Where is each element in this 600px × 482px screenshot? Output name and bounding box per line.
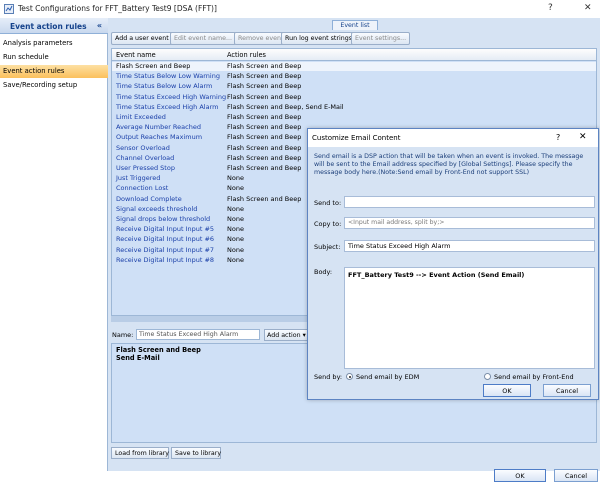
event-name-cell: Output Reaches Maximum [116,133,203,142]
dialog-ok-button[interactable]: OK [483,384,531,397]
event-name-cell: Sensor Overload [116,143,170,152]
action-rules-cell: Flash Screen and Beep [227,72,302,81]
action-rules-cell: None [227,255,244,264]
action-rules-cell: Flash Screen and Beep [227,123,302,132]
event-name-cell: Channel Overload [116,153,175,162]
send-to-label: Send to: [314,199,342,207]
column-header-action-rules[interactable]: Action rules [227,51,266,59]
event-name-cell: Just Triggered [116,174,161,183]
title-bar: Test Configurations for FFT_Battery Test… [0,0,600,18]
event-name-cell: Average Number Reached [116,123,201,132]
send-by-label: Send by: [314,373,343,381]
event-name-cell: Flash Screen and Beep [116,62,191,70]
nav-header: Event action rules « [0,18,108,34]
action-rules-cell: Flash Screen and Beep [227,62,302,70]
action-rules-cell: None [227,184,244,193]
remove-event-button[interactable]: Remove event [234,32,288,45]
table-row[interactable]: Time Status Exceed High Alarm Flash Scree… [112,102,596,112]
nav-item-analysis-parameters[interactable]: Analysis parameters [0,37,108,50]
event-name-cell: Receive Digital Input Input #6 [116,235,215,244]
name-label: Name: [112,331,134,339]
add-user-event-button[interactable]: Add a user event [111,32,173,45]
help-icon[interactable]: ? [548,3,553,13]
action-rules-cell: None [227,225,244,234]
action-rules-cell: None [227,215,244,223]
load-from-library-button[interactable]: Load from library [111,447,169,459]
event-name-cell: Receive Digital Input Input #5 [116,225,215,234]
collapse-chevron-icon[interactable]: « [97,21,102,30]
nav-item-run-schedule[interactable]: Run schedule [0,51,108,64]
event-name-cell: Signal drops below threshold [116,215,211,223]
event-name-cell: Time Status Exceed High Warning [116,92,227,101]
column-header-event-name[interactable]: Event name [116,51,156,59]
nav-header-title: Event action rules [10,22,87,31]
grid-header: Event name Action rules [112,49,596,61]
send-to-input[interactable] [344,196,595,208]
add-action-dropdown-button[interactable]: Add action ▾ [264,329,308,341]
send-by-edm-radio[interactable] [346,373,353,380]
event-name-cell: Time Status Below Low Warning [116,72,220,81]
dialog-body: Send email is a DSP action that will be … [308,147,598,399]
event-name-cell: Receive Digital Input Input #8 [116,255,215,264]
action-rules-cell: Flash Screen and Beep [227,153,302,162]
action-rules-cell: Flash Screen and Beep [227,113,302,121]
table-row[interactable]: Time Status Below Low Alarm Flash Screen … [112,82,596,91]
event-name-cell: Time Status Below Low Alarm [116,82,213,91]
dialog-close-icon[interactable]: ✕ [579,132,587,142]
send-by-edm-label[interactable]: Send email by EDM [356,373,419,381]
table-row[interactable]: Flash Screen and Beep Flash Screen and Be… [112,62,596,71]
body-textarea[interactable]: FFT_Battery Test9 --> Event Action (Send… [344,267,595,369]
action-rules-cell: Flash Screen and Beep [227,164,302,172]
subject-input[interactable]: Time Status Exceed High Alarm [344,240,595,252]
run-log-event-strings-button[interactable]: Run log event strings [281,32,356,45]
event-name-cell: Download Complete [116,194,182,203]
action-rules-cell: None [227,245,244,254]
event-name-cell: Connection Lost [116,184,169,193]
action-rules-cell: Flash Screen and Beep, Send E-Mail [227,102,344,111]
event-name-cell: Time Status Exceed High Alarm [116,102,219,111]
copy-to-input[interactable]: <Input mail address, split by;> [344,217,595,229]
dialog-description: Send email is a DSP action that will be … [314,153,584,177]
close-icon[interactable]: ✕ [584,3,592,13]
action-rules-cell: Flash Screen and Beep [227,194,302,203]
dialog-title: Customize Email Content [312,134,401,142]
left-navigation-panel: Event action rules « Analysis parameters… [0,18,108,471]
send-by-front-end-label[interactable]: Send email by Front-End [494,373,574,381]
event-name-input[interactable]: Time Status Exceed High Alarm [136,329,260,340]
edit-event-name-button[interactable]: Edit event name... [170,32,236,45]
event-settings-button[interactable]: Event settings... [351,32,411,45]
customize-email-dialog: Customize Email Content ? ✕ Send email i… [307,128,599,400]
action-rules-cell: Flash Screen and Beep [227,143,302,152]
event-name-cell: Signal exceeds threshold [116,204,198,213]
copy-to-label: Copy to: [314,220,342,228]
event-list-tab[interactable]: Event list [332,20,378,30]
action-rules-cell: None [227,235,244,244]
event-name-cell: Receive Digital Input Input #7 [116,245,215,254]
event-name-cell: User Pressed Stop [116,164,175,172]
action-rules-cell: Flash Screen and Beep [227,82,302,91]
table-row[interactable]: Time Status Below Low Warning Flash Scree… [112,72,596,81]
action-rules-cell: Flash Screen and Beep [227,133,302,142]
dialog-help-icon[interactable]: ? [556,133,560,142]
dialog-cancel-button[interactable]: Cancel [543,384,591,397]
nav-item-event-action-rules[interactable]: Event action rules [0,65,108,78]
app-icon [4,4,14,14]
table-row[interactable]: Limit Exceeded Flash Screen and Beep [112,113,596,122]
send-by-front-end-radio[interactable] [484,373,491,380]
action-rules-cell: None [227,174,244,183]
table-row[interactable]: Time Status Exceed High Warning Flash Scr… [112,92,596,102]
window-title: Test Configurations for FFT_Battery Test… [18,4,217,13]
action-rules-cell: None [227,204,244,213]
nav-item-save-recording-setup[interactable]: Save/Recording setup [0,79,108,92]
body-label: Body: [314,268,333,276]
action-rules-cell: Flash Screen and Beep [227,92,302,101]
event-name-cell: Limit Exceeded [116,113,166,121]
subject-label: Subject: [314,243,341,251]
test-configurations-window: Test Configurations for FFT_Battery Test… [0,0,600,482]
save-to-library-button[interactable]: Save to library [171,447,221,459]
